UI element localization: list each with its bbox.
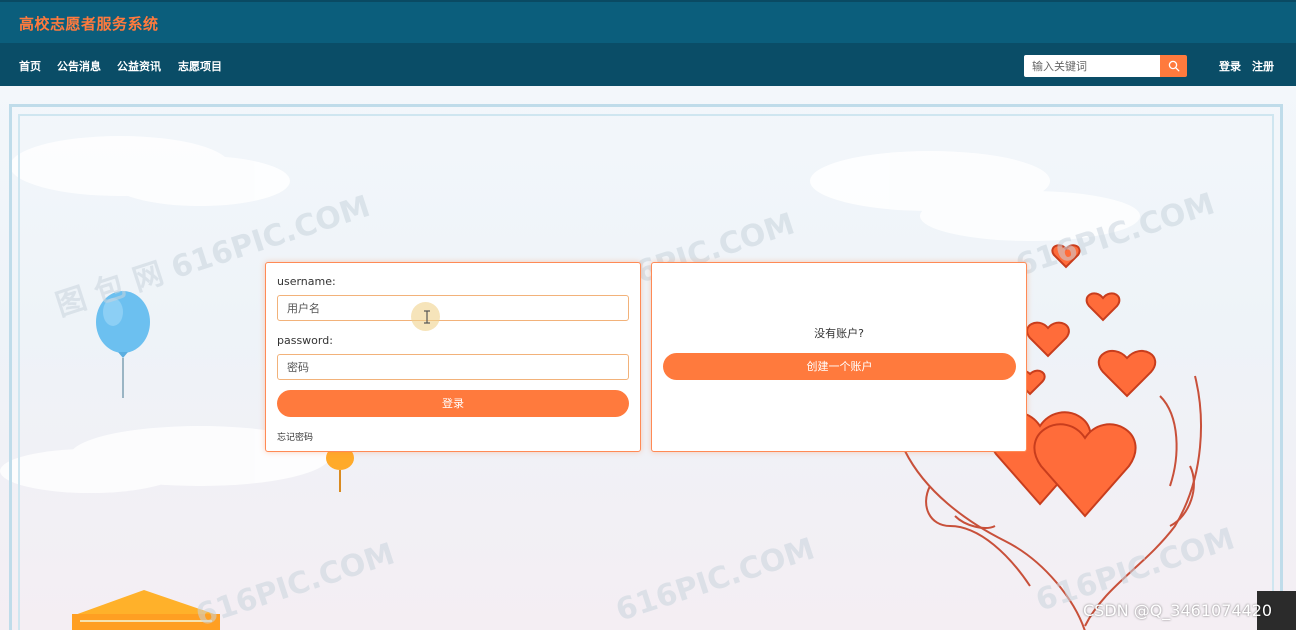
decorative-frame-inner — [18, 114, 1274, 630]
password-input[interactable] — [277, 354, 629, 380]
main-nav: 首页 公告消息 公益资讯 志愿项目 登录 注册 — [0, 43, 1296, 86]
search-icon — [1168, 60, 1180, 72]
nav-register-link[interactable]: 注册 — [1252, 58, 1274, 74]
nav-item-charity-news[interactable]: 公益资讯 — [117, 58, 161, 74]
background-stage: 图 包 网 616PIC.COM 616PIC.COM 616PIC.COM 6… — [0, 86, 1296, 630]
create-account-button[interactable]: 创建一个账户 — [663, 353, 1016, 380]
text-cursor-icon — [424, 310, 430, 324]
search-button[interactable] — [1160, 55, 1187, 77]
nav-item-volunteer-projects[interactable]: 志愿项目 — [178, 58, 222, 74]
no-account-text: 没有账户? — [814, 327, 864, 340]
register-panel: 没有账户? 创建一个账户 — [651, 262, 1027, 452]
search-input[interactable] — [1024, 55, 1160, 77]
title-bar: 高校志愿者服务系统 — [0, 0, 1296, 43]
csdn-watermark: CSDN @Q_3461074420 — [1083, 601, 1273, 620]
forgot-password-link[interactable]: 忘记密码 — [277, 430, 313, 443]
nav-item-home[interactable]: 首页 — [19, 58, 41, 74]
nav-item-announcements[interactable]: 公告消息 — [57, 58, 101, 74]
username-label: username: — [277, 275, 336, 288]
nav-login-link[interactable]: 登录 — [1219, 58, 1241, 74]
password-label: password: — [277, 334, 333, 347]
site-title[interactable]: 高校志愿者服务系统 — [19, 13, 159, 34]
login-submit-button[interactable]: 登录 — [277, 390, 629, 417]
username-input[interactable] — [277, 295, 629, 321]
login-form: username: password: 登录 忘记密码 — [265, 262, 641, 452]
